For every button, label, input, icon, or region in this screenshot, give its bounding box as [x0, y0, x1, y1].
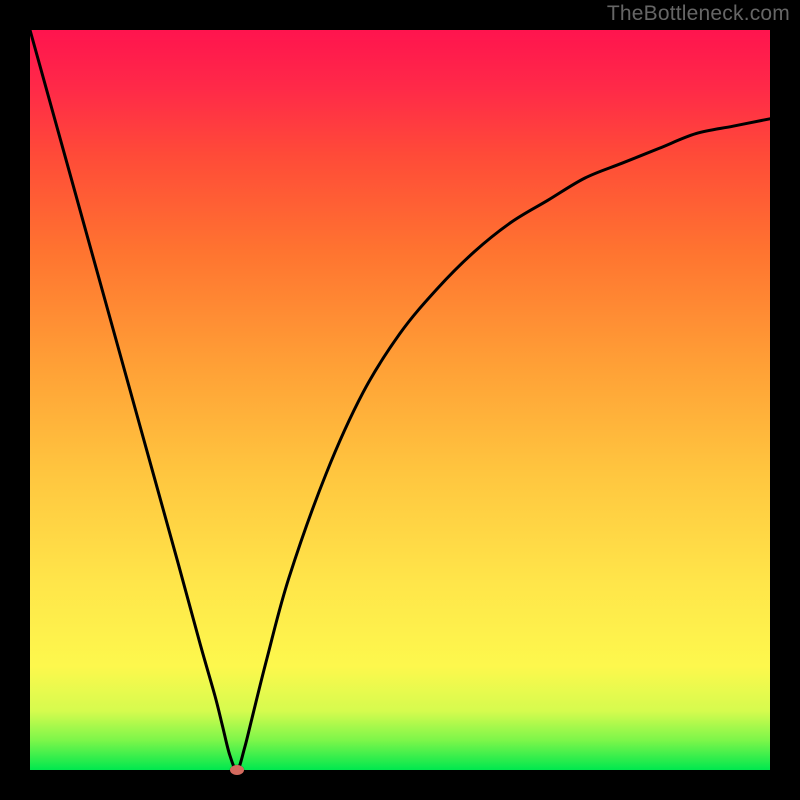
- optimal-point-marker: [230, 765, 244, 775]
- chart-frame: TheBottleneck.com: [0, 0, 800, 800]
- plot-area: [30, 30, 770, 770]
- bottleneck-curve: [30, 30, 770, 770]
- watermark-text: TheBottleneck.com: [607, 2, 790, 26]
